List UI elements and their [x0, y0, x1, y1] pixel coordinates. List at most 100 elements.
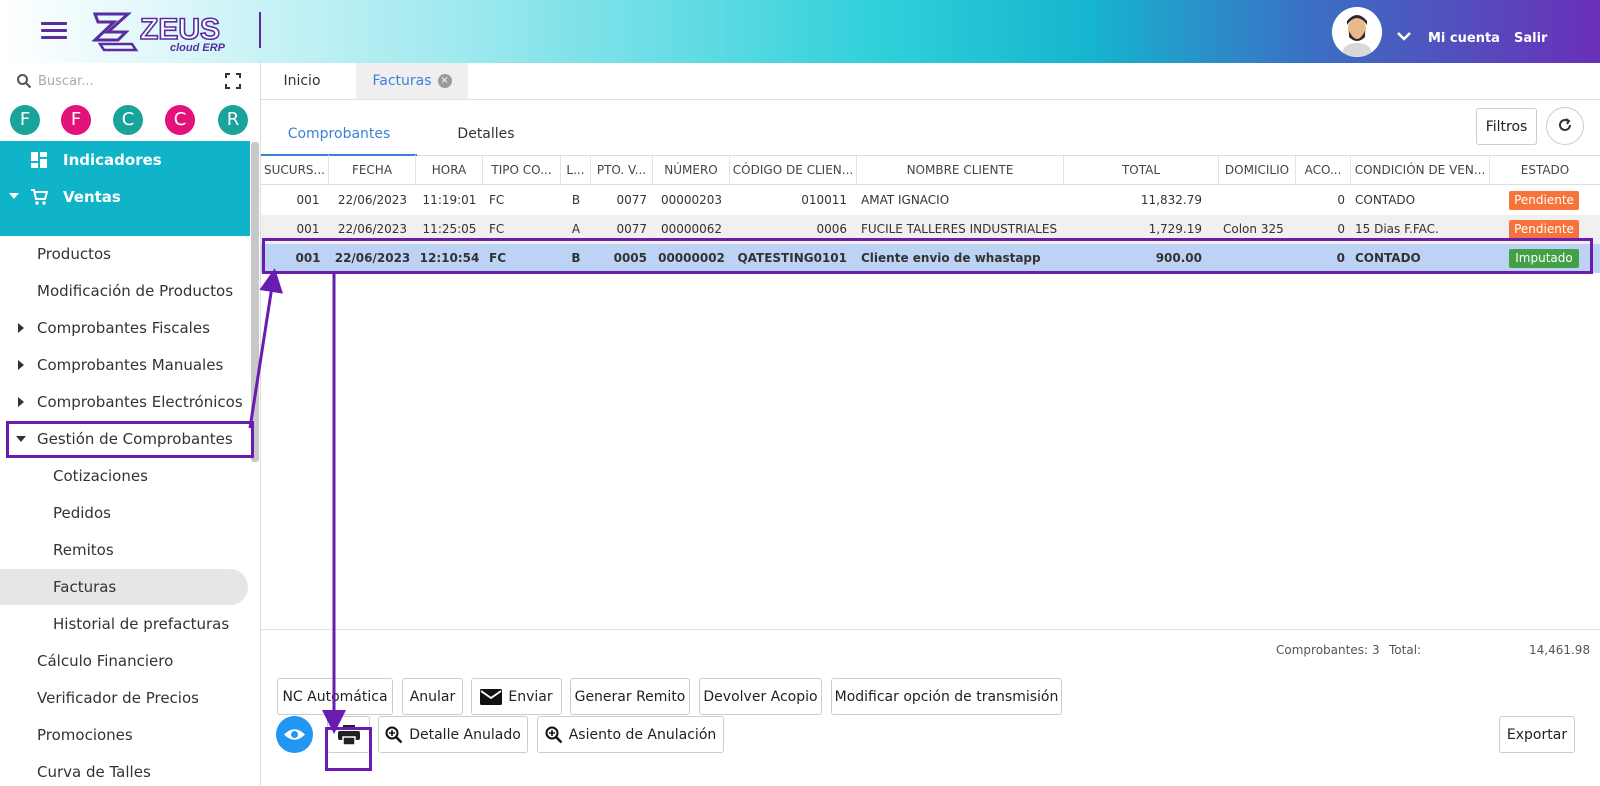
table-row[interactable]: 001 22/06/2023 11:25:05 FC A 0077 000000…	[261, 215, 1600, 244]
column-header[interactable]: TIPO CO...	[483, 155, 561, 185]
view-button[interactable]	[276, 716, 313, 753]
sidebar-item-historial-prefacturas[interactable]: Historial de prefacturas	[0, 606, 248, 642]
tab-inicio[interactable]: Inicio	[271, 63, 333, 99]
cell-total: 900.00	[1155, 251, 1202, 265]
caret-right-icon	[18, 323, 24, 333]
cell-acopio: 0	[1336, 251, 1345, 265]
column-header[interactable]: SUCURS...	[261, 155, 329, 185]
nc-automatica-button[interactable]: NC Automática	[277, 678, 393, 715]
sidebar-item-remitos[interactable]: Remitos	[0, 532, 248, 568]
dashboard-icon	[31, 152, 47, 168]
column-header[interactable]: PTO. V...	[591, 155, 653, 185]
subtab-detalles[interactable]: Detalles	[431, 126, 541, 156]
sidebar-item-facturas[interactable]: Facturas	[0, 569, 248, 605]
column-header[interactable]: ACO...	[1296, 155, 1351, 185]
sidebar-item-label: Facturas	[53, 578, 117, 596]
sidebar-item-indicadores[interactable]: Indicadores	[0, 142, 250, 178]
cell-condicion: CONTADO	[1355, 251, 1421, 265]
cell-pto: 0005	[613, 251, 647, 265]
cell-sucursal: 001	[296, 222, 320, 236]
cell-numero: 00000203	[660, 193, 723, 207]
cell-nombre: FUCILE TALLERES INDUSTRIALES	[861, 222, 1058, 236]
user-avatar[interactable]	[1332, 7, 1382, 57]
sidebar-item-promociones[interactable]: Promociones	[0, 717, 248, 753]
sidebar-item-comprobantes-fiscales[interactable]: Comprobantes Fiscales	[0, 310, 248, 346]
column-header[interactable]: NOMBRE CLIENTE	[857, 155, 1064, 185]
status-badge: Pendiente	[1509, 220, 1579, 239]
enviar-button[interactable]: Enviar	[471, 678, 562, 715]
chevron-down-icon[interactable]	[1396, 31, 1412, 41]
sidebar-highlight-band: Indicadores Ventas	[0, 141, 250, 236]
print-button[interactable]	[327, 716, 370, 753]
tab-facturas[interactable]: Facturas ×	[356, 63, 468, 99]
asiento-anulacion-button[interactable]: Asiento de Anulación	[537, 716, 724, 753]
account-link[interactable]: Mi cuenta	[1428, 31, 1500, 46]
column-header[interactable]: CONDICIÓN DE VEN...	[1351, 155, 1490, 185]
cell-nombre: AMAT IGNACIO	[861, 193, 950, 207]
sidebar-item-comprobantes-electronicos[interactable]: Comprobantes Electrónicos	[0, 384, 248, 420]
quick-access-f1[interactable]: F	[10, 105, 40, 135]
sidebar-item-label: Remitos	[53, 541, 114, 559]
anular-button[interactable]: Anular	[402, 678, 463, 715]
quick-access-c1[interactable]: C	[113, 105, 143, 135]
close-icon[interactable]: ×	[437, 74, 452, 88]
sidebar-search-input[interactable]	[38, 71, 208, 91]
quick-access-r[interactable]: R	[218, 105, 248, 135]
sidebar-item-curva-talles[interactable]: Curva de Talles	[0, 754, 248, 786]
cell-condicion: 15 Dias F.FAC.	[1355, 222, 1439, 236]
quick-access-c2[interactable]: C	[165, 105, 195, 135]
sidebar-item-label: Comprobantes Manuales	[37, 356, 224, 374]
cell-condicion: CONTADO	[1355, 193, 1416, 207]
detalle-anulado-button[interactable]: Detalle Anulado	[378, 716, 528, 753]
cell-tipo: FC	[489, 193, 505, 207]
filters-button[interactable]: Filtros	[1476, 108, 1537, 145]
column-header[interactable]: NÚMERO	[653, 155, 730, 185]
column-header[interactable]: L...	[561, 155, 591, 185]
sidebar-item-productos[interactable]: Productos	[0, 236, 248, 272]
cell-nombre: Cliente envio de whastapp	[861, 251, 1041, 265]
table-row-selected[interactable]: 001 22/06/2023 12:10:54 FC B 0005 000000…	[261, 244, 1600, 273]
column-header[interactable]: FECHA	[329, 155, 416, 185]
cell-domicilio	[1223, 186, 1296, 215]
modificar-transmision-button[interactable]: Modificar opción de transmisión	[831, 678, 1062, 715]
sidebar-item-calculo-financiero[interactable]: Cálculo Financiero	[0, 643, 248, 679]
menu-icon[interactable]	[41, 22, 67, 40]
column-header[interactable]: ESTADO	[1490, 155, 1600, 185]
column-header[interactable]: TOTAL	[1064, 155, 1219, 185]
sidebar-item-modificacion-productos[interactable]: Modificación de Productos	[0, 273, 248, 309]
sidebar-scrollbar[interactable]	[251, 142, 259, 462]
cart-icon	[31, 189, 48, 205]
sidebar-item-gestion-comprobantes[interactable]: Gestión de Comprobantes	[0, 421, 248, 457]
sidebar-item-label: Curva de Talles	[37, 763, 151, 781]
sidebar-item-ventas[interactable]: Ventas	[0, 179, 250, 215]
column-header[interactable]: HORA	[416, 155, 483, 185]
sidebar-item-label: Ventas	[63, 188, 121, 206]
quick-access-f2[interactable]: F	[61, 105, 91, 135]
cell-domicilio	[1223, 244, 1296, 273]
refresh-icon	[1559, 117, 1571, 131]
sidebar-item-label: Promociones	[37, 726, 133, 744]
cell-numero: 00000062	[660, 222, 723, 236]
cell-numero: 00000002	[658, 251, 725, 265]
zeus-logo: ZEUS cloud ERP	[91, 10, 242, 54]
cell-letra: B	[571, 193, 581, 207]
invoices-table: SUCURS... FECHA HORA TIPO CO... L... PTO…	[261, 155, 1600, 703]
column-header[interactable]: DOMICILIO	[1219, 155, 1296, 185]
table-row[interactable]: 001 22/06/2023 11:19:01 FC B 0077 000002…	[261, 186, 1600, 215]
refresh-button[interactable]	[1546, 107, 1584, 145]
logout-link[interactable]: Salir	[1514, 31, 1547, 46]
devolver-acopio-button[interactable]: Devolver Acopio	[699, 678, 822, 715]
sidebar-item-verificador-precios[interactable]: Verificador de Precios	[0, 680, 248, 716]
cell-fecha: 22/06/2023	[337, 222, 408, 236]
generar-remito-button[interactable]: Generar Remito	[570, 678, 690, 715]
sidebar-item-pedidos[interactable]: Pedidos	[0, 495, 248, 531]
sidebar-item-cotizaciones[interactable]: Cotizaciones	[0, 458, 248, 494]
search-icon	[17, 74, 32, 89]
sidebar-item-comprobantes-manuales[interactable]: Comprobantes Manuales	[0, 347, 248, 383]
fullscreen-icon[interactable]	[224, 72, 242, 90]
subtab-comprobantes[interactable]: Comprobantes	[261, 126, 417, 156]
export-button[interactable]: Exportar	[1499, 716, 1575, 753]
top-header: ZEUS cloud ERP Mi cuenta Salir	[0, 0, 1600, 63]
column-header[interactable]: CÓDIGO DE CLIEN...	[730, 155, 857, 185]
zeus-logo-mark: ZEUS cloud ERP	[91, 12, 226, 54]
